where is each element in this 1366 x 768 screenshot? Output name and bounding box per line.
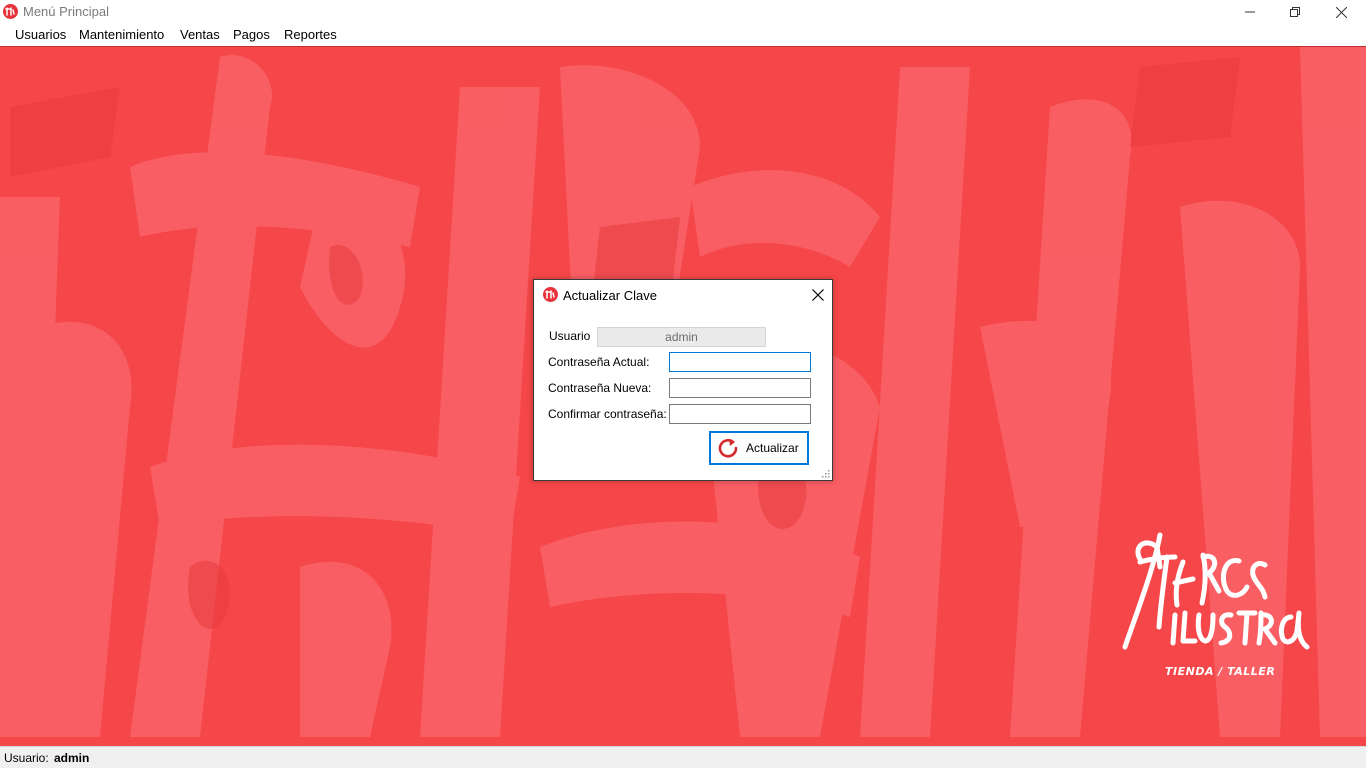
menu-mantenimiento[interactable]: Mantenimiento bbox=[79, 27, 164, 42]
window-title: Menú Principal bbox=[23, 4, 109, 19]
update-password-dialog: Actualizar Clave Usuario admin Contraseñ… bbox=[533, 279, 833, 481]
restore-button[interactable] bbox=[1272, 0, 1318, 24]
update-button[interactable]: Actualizar bbox=[709, 431, 809, 465]
current-password-input[interactable] bbox=[669, 352, 811, 372]
status-user-label: Usuario: bbox=[4, 751, 49, 765]
dialog-title: Actualizar Clave bbox=[563, 288, 657, 303]
current-password-label: Contraseña Actual: bbox=[548, 355, 650, 369]
app-logo-icon bbox=[543, 287, 558, 302]
close-icon bbox=[1335, 6, 1347, 18]
brand-logo: TIENDA / TALLER bbox=[1115, 517, 1315, 687]
minimize-icon bbox=[1245, 11, 1255, 13]
new-password-label: Contraseña Nueva: bbox=[548, 381, 652, 395]
menu-pagos[interactable]: Pagos bbox=[233, 27, 270, 42]
status-bar: Usuario: admin bbox=[0, 746, 1366, 768]
confirm-password-input[interactable] bbox=[669, 404, 811, 424]
logo-subtitle: TIENDA / TALLER bbox=[1165, 665, 1276, 678]
restore-icon bbox=[1290, 7, 1300, 17]
logo-graphic bbox=[1122, 532, 1310, 650]
menu-bar: Usuarios Mantenimiento Ventas Pagos Repo… bbox=[0, 24, 1366, 46]
menu-usuarios[interactable]: Usuarios bbox=[15, 27, 66, 42]
status-user-value: admin bbox=[54, 751, 90, 765]
dialog-close-button[interactable] bbox=[806, 283, 830, 307]
update-button-label: Actualizar bbox=[746, 441, 799, 455]
title-bar: Menú Principal bbox=[0, 0, 1366, 24]
refresh-icon bbox=[718, 438, 738, 458]
close-icon bbox=[812, 289, 824, 301]
resize-grip-icon[interactable] bbox=[822, 470, 830, 478]
new-password-input[interactable] bbox=[669, 378, 811, 398]
confirm-password-label: Confirmar contraseña: bbox=[548, 407, 667, 421]
user-field: admin bbox=[597, 327, 766, 347]
close-button[interactable] bbox=[1318, 0, 1364, 24]
app-logo-icon bbox=[3, 4, 18, 19]
minimize-button[interactable] bbox=[1227, 0, 1273, 24]
menu-reportes[interactable]: Reportes bbox=[284, 27, 337, 42]
user-label: Usuario bbox=[549, 329, 591, 343]
menu-ventas[interactable]: Ventas bbox=[180, 27, 220, 42]
